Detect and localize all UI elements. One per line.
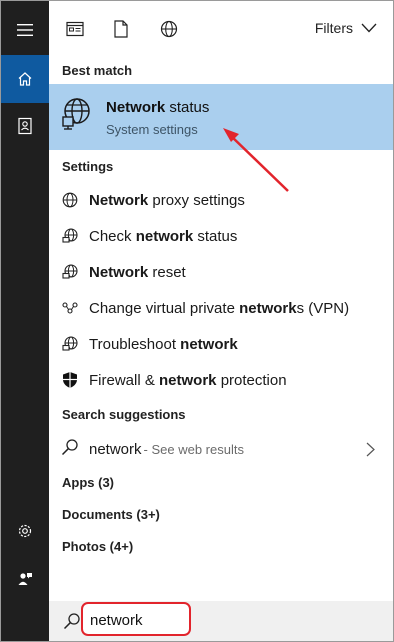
hamburger-menu-button[interactable] <box>1 6 49 54</box>
notebook-button[interactable] <box>1 102 49 150</box>
hamburger-icon <box>17 24 33 36</box>
gear-icon <box>18 524 32 538</box>
notebook-icon <box>18 117 32 135</box>
search-panel: Filters Best match Network status System… <box>0 0 394 642</box>
left-rail <box>1 1 49 641</box>
settings-button[interactable] <box>1 507 49 555</box>
results-pane: Filters Best match Network status System… <box>49 1 393 641</box>
home-button[interactable] <box>1 55 49 103</box>
feedback-button[interactable] <box>1 555 49 603</box>
home-icon <box>18 72 32 86</box>
feedback-person-icon <box>18 573 32 585</box>
annotation-arrow <box>223 128 289 192</box>
